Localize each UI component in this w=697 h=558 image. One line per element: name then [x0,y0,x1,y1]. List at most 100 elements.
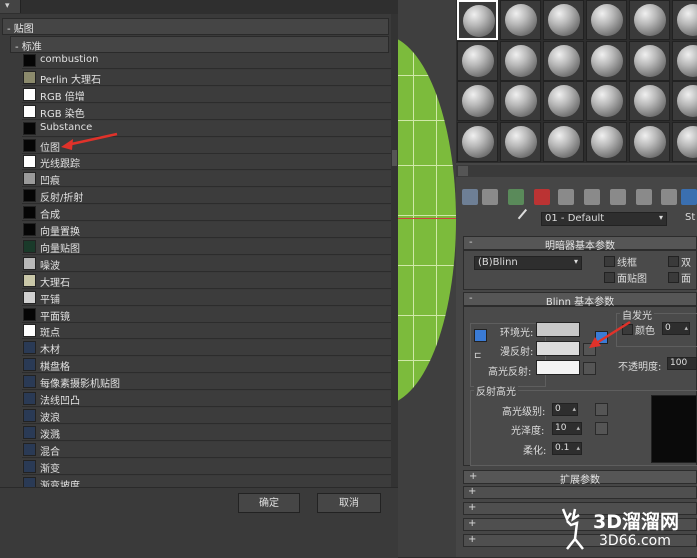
material-sample-slot[interactable] [457,121,498,162]
ok-button[interactable]: 确定 [238,493,300,513]
material-sample-slot[interactable] [500,40,541,81]
material-sample-slot[interactable] [586,40,627,81]
material-sample-slot[interactable] [457,81,498,121]
ambient-color-swatch[interactable] [536,322,580,337]
go-to-parent-icon[interactable] [681,189,697,205]
map-list-item[interactable]: 棋盘格 [22,357,391,374]
material-sample-slot[interactable] [672,40,697,81]
material-sample-slot[interactable] [500,81,541,121]
lock-ambient-icon[interactable] [474,329,487,342]
material-sample-slot[interactable] [457,0,498,40]
material-sample-slot[interactable] [672,81,697,121]
wire-checkbox[interactable] [604,256,615,267]
map-list-item[interactable]: 木材 [22,340,391,357]
annotation-arrow-icon [61,132,118,150]
specular-level-map-button[interactable] [595,403,608,416]
map-list-item[interactable]: RGB 染色 [22,103,391,120]
browser-options-dropdown[interactable]: ▾ [0,0,21,13]
map-list-item[interactable]: 法线凹凸 [22,391,391,407]
glossiness-map-button[interactable] [595,422,608,435]
map-list-item[interactable]: 向量置换 [22,222,391,238]
map-thumbnail-icon [23,223,36,236]
map-list-item[interactable]: 平面镜 [22,306,391,323]
scrollbar-thumb[interactable] [392,150,397,166]
material-name-dropdown[interactable]: 01 - Default ▾ [541,212,667,226]
map-list-item[interactable]: 合成 [22,205,391,222]
face-map-checkbox[interactable] [604,272,615,283]
map-list-item[interactable]: 泼溅 [22,424,391,441]
shader-rollout-header[interactable]: - 明暗器基本参数 [463,236,697,252]
map-list-item[interactable]: 波浪 [22,407,391,424]
faceted-checkbox[interactable] [668,272,679,283]
blinn-rollout-header[interactable]: - Blinn 基本参数 [463,292,697,308]
map-list-item[interactable]: 每像素摄影机贴图 [22,374,391,391]
map-list-item[interactable]: RGB 倍增 [22,86,391,103]
map-thumbnail-icon [23,408,36,422]
glossiness-spinner[interactable]: 10 ▴ [552,422,582,435]
material-sample-slot[interactable] [629,0,670,40]
maps-group-header[interactable]: - 贴图 [2,18,389,35]
specular-level-spinner[interactable]: 0 ▴ [552,403,578,416]
self-illum-spinner[interactable]: 0 ▴ [662,322,690,335]
material-sample-slot[interactable] [586,121,627,162]
map-list-item[interactable]: 平铺 [22,289,391,306]
material-sample-slot[interactable] [672,121,697,162]
material-sample-slot[interactable] [457,40,498,81]
map-list-item[interactable]: 斑点 [22,323,391,340]
browser-footer: 确定 取消 [0,487,398,558]
map-list-scrollbar[interactable] [391,14,398,487]
opacity-spinner[interactable]: 100 [667,357,697,370]
material-sphere-icon [505,85,537,117]
map-list-item[interactable]: 反射/折射 [22,188,391,205]
map-list-item[interactable]: Perlin 大理石 [22,69,391,86]
diffuse-color-swatch[interactable] [536,341,580,356]
material-sample-slot[interactable] [543,40,584,81]
extended-rollout-header[interactable]: + 扩展参数 [463,470,697,486]
collapsed-rollout[interactable]: + [463,486,697,499]
material-sample-slot[interactable] [500,0,541,40]
show-map-icon[interactable] [636,189,652,205]
material-sample-slot[interactable] [672,0,697,40]
map-list-item[interactable]: 大理石 [22,272,391,289]
get-material-icon[interactable] [462,189,478,205]
material-sample-slot[interactable] [500,121,541,162]
material-sample-slot[interactable] [543,0,584,40]
soften-spinner[interactable]: 0.1 ▴ [552,442,582,455]
assign-to-selection-icon[interactable] [508,189,524,205]
map-item-label: 平面镜 [40,311,70,323]
material-type-button[interactable]: St [685,212,695,223]
specular-map-button[interactable] [583,362,596,375]
map-list-item[interactable]: 向量贴图 [22,238,391,255]
map-list-item[interactable]: 混合 [22,441,391,458]
eyedropper-icon[interactable] [517,208,537,228]
scroll-left-icon[interactable] [458,166,468,176]
viewport[interactable] [398,0,456,557]
material-id-icon[interactable] [610,189,626,205]
show-end-result-icon[interactable] [661,189,677,205]
cancel-button[interactable]: 取消 [317,493,381,513]
material-sample-slot[interactable] [629,81,670,121]
material-sphere-icon [677,4,697,36]
map-list-item[interactable]: 光线跟踪 [22,154,391,171]
map-list-item[interactable]: 噪波 [22,255,391,272]
material-sample-slot[interactable] [586,81,627,121]
map-list-item[interactable]: 渐变坡度 [22,475,391,487]
standard-group-header[interactable]: - 标准 [10,36,389,53]
two-sided-checkbox[interactable] [668,256,679,267]
material-sample-slot[interactable] [629,121,670,162]
material-sample-slot[interactable] [543,81,584,121]
slots-scrollbar[interactable] [456,165,697,177]
make-unique-icon[interactable] [584,189,600,205]
shader-type-dropdown[interactable]: (B)Blinn ▾ [474,256,582,270]
copy-material-icon[interactable] [558,189,574,205]
map-list-item[interactable]: combustion [22,53,391,69]
map-list-item[interactable]: 渐变 [22,458,391,475]
material-sample-slot[interactable] [629,40,670,81]
specular-color-swatch[interactable] [536,360,580,375]
map-list-item[interactable]: 凹痕 [22,171,391,188]
material-sample-slot[interactable] [586,0,627,40]
material-sphere-icon [591,44,623,77]
material-sample-slot[interactable] [543,121,584,162]
reset-map-icon[interactable] [534,189,550,205]
put-to-scene-icon[interactable] [482,189,498,205]
